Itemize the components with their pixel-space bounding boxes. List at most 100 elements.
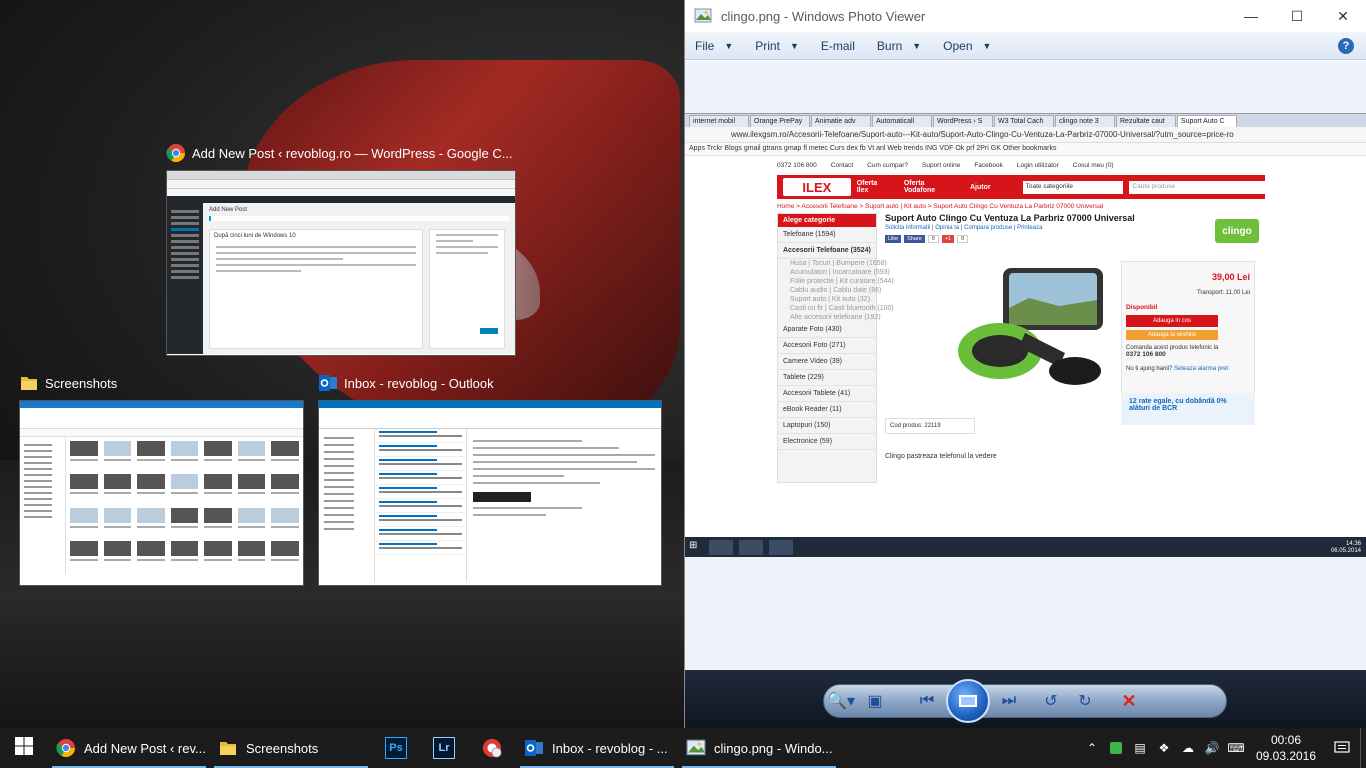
help-icon[interactable]: ? (1338, 37, 1354, 54)
task-view-outlook-title: Inbox - revoblog - Outlook (344, 375, 494, 391)
chevron-down-icon: ▼ (724, 40, 734, 51)
shop-category-item: Accesorii Telefoane (3524) (778, 243, 876, 259)
next-icon[interactable]: ⏭ (992, 688, 1026, 714)
task-view-chrome-header: Add New Post ‹ revoblog.ro — WordPress -… (166, 142, 516, 164)
screenshot-tray-time: 14:36 (1345, 540, 1361, 547)
browser-bookmarks-bar: Apps Trckr Blogs gmail gtrans gmap fl me… (685, 143, 1366, 156)
language-icon[interactable]: ⌨ (1224, 728, 1248, 768)
outlook-thumbnail[interactable] (318, 400, 662, 586)
slideshow-button[interactable] (946, 679, 990, 723)
menu-print[interactable]: Print ▼ (755, 39, 799, 53)
shop-category-item: Casti cu fir | Casti bluetooth (100) (790, 305, 894, 312)
card-question: Nu ti ajung banii? (1126, 366, 1173, 372)
photo-viewer-titlebar[interactable]: clingo.png - Windows Photo Viewer — ☐ ✕ (685, 0, 1366, 32)
cloud-icon[interactable]: ☁ (1176, 728, 1200, 768)
browser-tabs: internet mobil Orange PrePay Animatie adv A… (685, 114, 1366, 127)
browser-tab: internet mobil (689, 115, 749, 127)
maximize-button[interactable]: ☐ (1274, 0, 1320, 32)
clock-time: 00:06 (1270, 733, 1302, 747)
phone-order-number: 0372 106 800 (1126, 351, 1166, 358)
task-view-explorer-header: Screenshots (19, 372, 304, 394)
menu-open[interactable]: Open ▼ (943, 39, 991, 53)
start-button[interactable] (0, 728, 48, 768)
product-availability: Disponibil (1126, 304, 1158, 311)
menu-email[interactable]: E-mail (821, 39, 855, 53)
shop-category-item: Acumulatori | Incarcatoare (593) (790, 269, 890, 276)
close-button[interactable]: ✕ (1320, 0, 1366, 32)
menu-item-label: Burn (876, 38, 903, 53)
social-button: Share (904, 235, 925, 243)
bcr-rates-banner: 12 rate egale, cu dobândă 0% alături de … (1121, 393, 1255, 425)
social-button: 0 (927, 235, 939, 243)
taskbar-explorer[interactable]: Screenshots (210, 728, 372, 768)
browser-tab: WordPress › S (933, 115, 993, 127)
taskbar-lightroom[interactable]: Lr (420, 728, 468, 768)
clock[interactable]: 00:06 09.03.2016 (1248, 732, 1324, 764)
explorer-file-grid (66, 437, 303, 574)
shop-top-link: Suport online (922, 161, 961, 169)
menu-file[interactable]: File ▼ (695, 39, 733, 53)
photo-viewer-controls: 🔍▾ ▣ ⏮ ⏭ ↺ ↻ ✕ (685, 670, 1366, 728)
shop-category-item: Accesorii Tablete (41) (778, 386, 876, 402)
explorer-thumbnail[interactable] (19, 400, 304, 586)
chrome-thumbnail[interactable]: Add New Post După cinci luni de Windows … (166, 170, 516, 356)
shop-category-item: Laptopuri (150) (778, 418, 876, 434)
social-button: +1 (941, 235, 955, 243)
folder-icon (218, 738, 238, 758)
screenshot-tray-date: 06.05.2014 (1330, 547, 1361, 554)
green-app-icon[interactable] (1104, 728, 1128, 768)
rotate-right-icon[interactable]: ↻ (1068, 688, 1102, 714)
taskbar: Add New Post ‹ rev... Screenshots Ps Lr … (0, 728, 1366, 768)
chrome-icon (166, 143, 186, 163)
shop-category-item: Camere Video (39) (778, 354, 876, 370)
photo-viewer-canvas: internet mobil Orange PrePay Animatie adv A… (685, 61, 1366, 670)
dropbox-icon[interactable]: ❖ (1152, 728, 1176, 768)
shop-top-link: Cosul meu (0) (1072, 161, 1114, 169)
product-brand-logo: clingo (1215, 219, 1259, 243)
chevron-down-icon: ▼ (789, 40, 799, 51)
photo-viewer-control-bar: 🔍▾ ▣ ⏮ ⏭ ↺ ↻ ✕ (823, 679, 1227, 723)
browser-tab: Animatie adv (811, 115, 871, 127)
previous-icon[interactable]: ⏮ (910, 688, 944, 714)
task-view-explorer[interactable]: Screenshots (19, 372, 304, 586)
shop-top-link: Contact (830, 161, 854, 169)
wp-post-editor: După cinci luni de Windows 10 (209, 229, 423, 349)
shop-category-item: Folie protectie | Kit curatare (544) (790, 278, 894, 285)
rotate-left-icon[interactable]: ↺ (1034, 688, 1068, 714)
notification-icon[interactable] (1324, 741, 1360, 755)
network-icon[interactable]: ▤ (1128, 728, 1152, 768)
taskbar-chrome[interactable]: Add New Post ‹ rev... (48, 728, 210, 768)
actual-size-icon[interactable]: ▣ (858, 688, 892, 714)
taskbar-chrome-alt[interactable] (468, 728, 516, 768)
volume-icon[interactable]: 🔊 (1200, 728, 1224, 768)
shop-top-link: 0372 106 800 (777, 161, 817, 169)
screenshot-taskbar: ⊞ 14:36 06.05.2014 (685, 537, 1366, 557)
lightroom-icon: Lr (433, 737, 455, 759)
wp-admin-sidebar (167, 203, 203, 354)
delete-icon[interactable]: ✕ (1112, 688, 1146, 714)
outlook-reading-pane (467, 429, 661, 582)
outlook-icon (524, 738, 544, 758)
task-view-outlook[interactable]: Inbox - revoblog - Outlook (318, 372, 662, 586)
browser-tab: clingo note 3 (1055, 115, 1115, 127)
zoom-icon[interactable]: 🔍▾ (824, 688, 858, 714)
shop-top-link: Facebook (974, 161, 1003, 169)
windows-logo-icon (15, 736, 33, 760)
browser-tab: Orange PrePay (750, 115, 810, 127)
taskbar-photoshop[interactable]: Ps (372, 728, 420, 768)
chevron-up-icon[interactable]: ⌃ (1080, 728, 1104, 768)
minimize-button[interactable]: — (1228, 0, 1274, 32)
wp-page-title: Add New Post (209, 207, 248, 213)
photo-viewer-icon (686, 738, 706, 758)
task-view-chrome[interactable]: Add New Post ‹ revoblog.ro — WordPress -… (166, 142, 516, 356)
shop-page: 0372 106 800 Contact Cum cumpar? Suport onl… (685, 156, 1366, 526)
taskbar-outlook[interactable]: Inbox - revoblog - ... (516, 728, 678, 768)
shop-search-box: Cauta produse (1129, 180, 1265, 194)
taskbar-photo-viewer[interactable]: clingo.png - Windo... (678, 728, 840, 768)
menu-burn[interactable]: Burn ▼ (877, 39, 921, 53)
photo-viewer-window: clingo.png - Windows Photo Viewer — ☐ ✕ … (684, 0, 1366, 728)
show-desktop-button[interactable] (1360, 728, 1366, 768)
menu-item-label: Open (943, 38, 973, 53)
outlook-message-list (375, 429, 467, 582)
product-image (958, 268, 1103, 385)
